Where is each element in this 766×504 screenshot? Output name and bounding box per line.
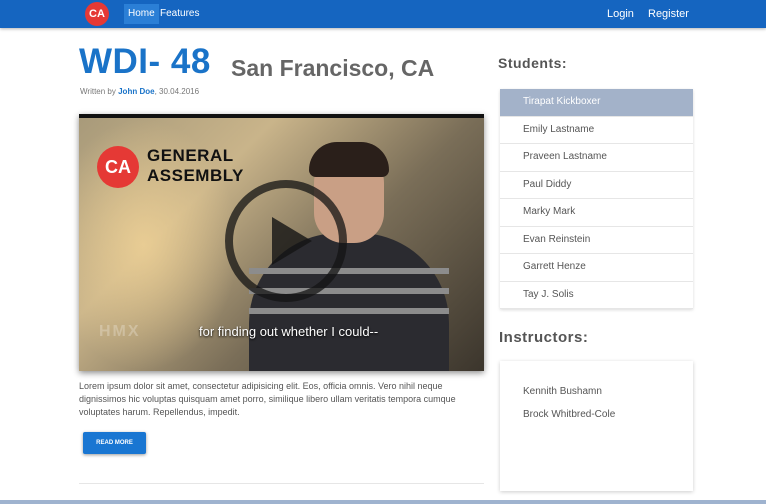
post-body: Lorem ipsum dolor sit amet, consectetur … — [79, 381, 456, 417]
page-subtitle-location: San Francisco, CA — [231, 55, 435, 81]
play-icon — [272, 217, 312, 265]
register-link[interactable]: Register — [644, 0, 693, 28]
byline: Written by John Doe, 30.04.2016 — [80, 87, 199, 96]
video-person-hair — [309, 142, 389, 177]
instructors-heading: Instructors: — [499, 329, 589, 346]
sweater-stripe — [249, 308, 449, 314]
instructor-list: Kennith Bushamn Brock Whitbred-Cole — [500, 361, 693, 491]
brand-line-2: ASSEMBLY — [147, 166, 244, 185]
students-heading: Students: — [498, 55, 568, 71]
student-item[interactable]: Evan Reinstein — [500, 226, 693, 254]
student-item[interactable]: Garrett Henze — [500, 254, 693, 282]
instructor-item[interactable]: Brock Whitbred-Cole — [523, 409, 615, 420]
student-item[interactable]: Marky Mark — [500, 199, 693, 227]
nav-features-link[interactable]: Features — [156, 0, 203, 28]
navbar: CA Home Features Login Register — [0, 0, 766, 28]
instructor-item[interactable]: Kennith Bushamn — [523, 386, 602, 397]
read-more-button[interactable]: READ MORE — [83, 432, 146, 454]
bottom-bar — [0, 500, 766, 504]
brand-line-1: GENERAL — [147, 146, 234, 165]
student-item[interactable]: Tay J. Solis — [500, 281, 693, 309]
page-title: WDI- 48 — [79, 42, 211, 81]
student-list: Tirapat Kickboxer Emily Lastname Praveen… — [500, 89, 693, 309]
ga-video-badge: CA — [97, 146, 139, 188]
student-item[interactable]: Emily Lastname — [500, 116, 693, 144]
student-item[interactable]: Praveen Lastname — [500, 144, 693, 172]
post-date: , 30.04.2016 — [154, 87, 200, 96]
byline-prefix: Written by — [80, 87, 116, 96]
divider — [79, 483, 484, 484]
ga-video-brand: GENERAL ASSEMBLY — [147, 146, 244, 186]
video-caption: for finding out whether I could-- — [199, 324, 379, 339]
ga-logo[interactable]: CA — [85, 2, 109, 26]
video-player[interactable]: CA GENERAL ASSEMBLY HMX for finding out … — [79, 114, 484, 371]
student-item[interactable]: Paul Diddy — [500, 171, 693, 199]
author-link[interactable]: John Doe — [118, 87, 154, 96]
play-button[interactable] — [225, 180, 347, 302]
login-link[interactable]: Login — [603, 0, 638, 28]
video-watermark: HMX — [99, 323, 141, 340]
student-item[interactable]: Tirapat Kickboxer — [500, 89, 693, 117]
nav-home-link[interactable]: Home — [124, 4, 159, 24]
